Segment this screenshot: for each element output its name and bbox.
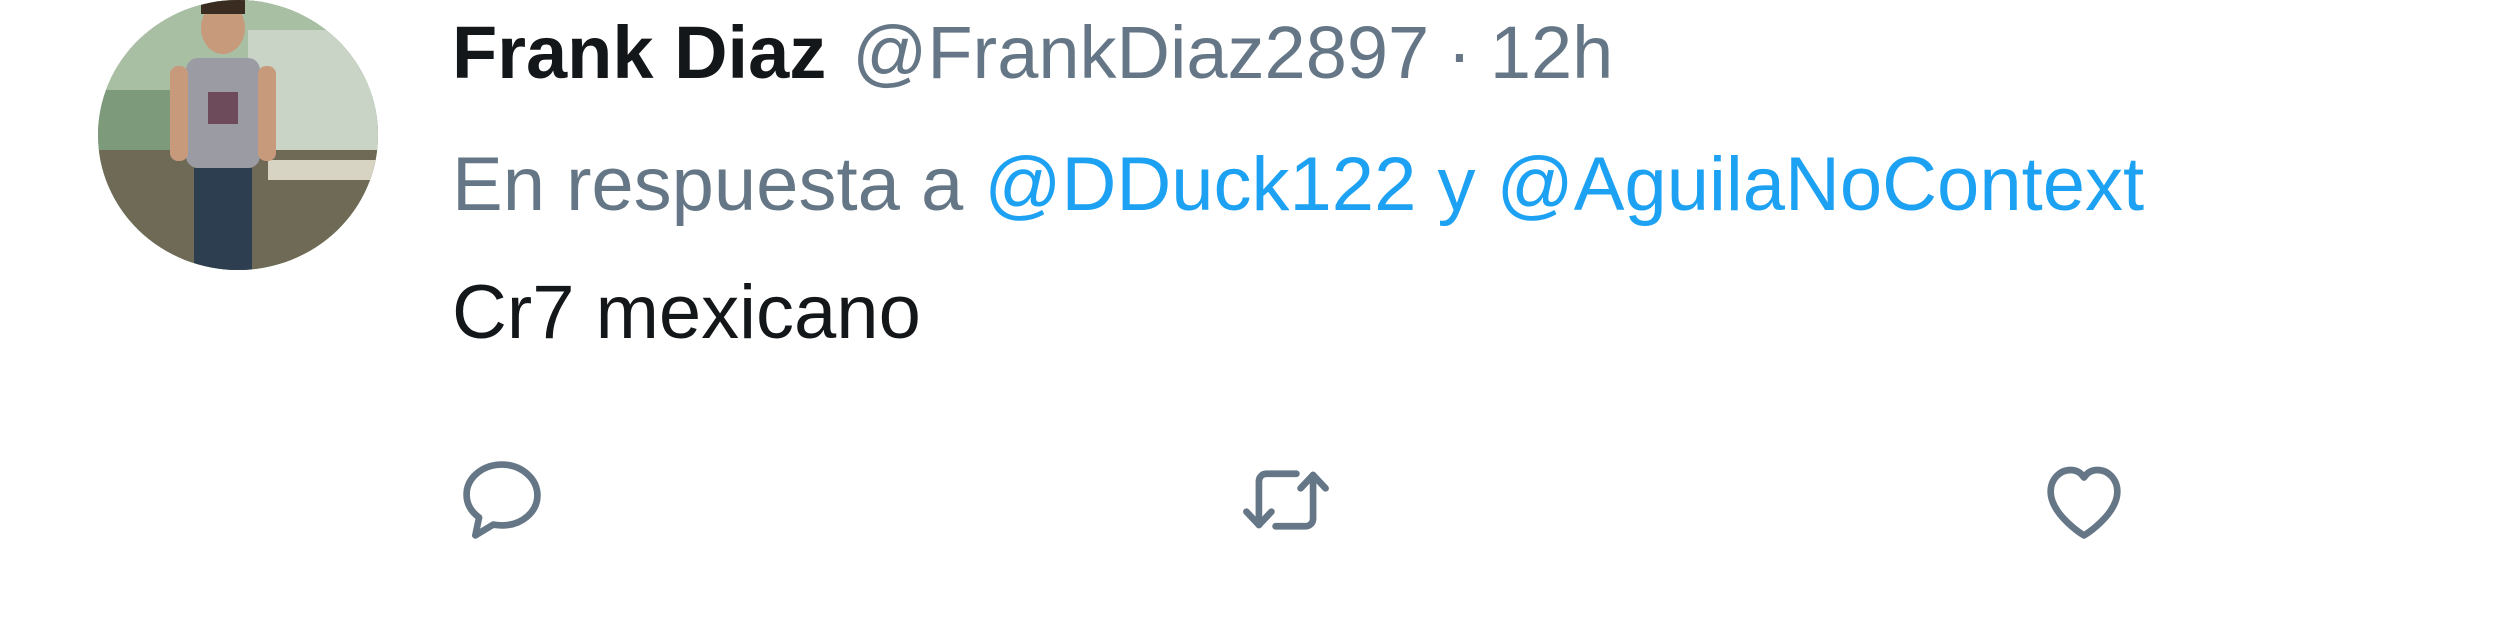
reply-conjunction: y [1437, 142, 1476, 227]
user-handle[interactable]: @FrankDiaz2897 [852, 8, 1429, 98]
avatar-photo [98, 0, 378, 270]
heart-icon [2047, 466, 2121, 539]
reply-icon [463, 461, 541, 539]
tweet[interactable]: Frank Diaz @FrankDiaz2897 · 12h En respu… [0, 0, 2493, 620]
display-name[interactable]: Frank Diaz [452, 8, 826, 98]
mention-link-2[interactable]: @AguilaNoContext [1497, 142, 2144, 227]
retweet-icon [1243, 470, 1329, 530]
reply-context: En respuesta a @DDuck122 y @AguilaNoCont… [452, 140, 2144, 230]
avatar[interactable] [98, 0, 378, 270]
mention-link-1[interactable]: @DDuck122 [984, 142, 1416, 227]
tweet-header: Frank Diaz @FrankDiaz2897 · 12h [452, 8, 1613, 98]
header-separator: · [1447, 11, 1472, 94]
reply-prefix: En respuesta a [452, 142, 964, 227]
reply-button[interactable] [452, 450, 552, 550]
tweet-timestamp[interactable]: 12h [1490, 8, 1613, 98]
like-button[interactable] [2034, 450, 2134, 550]
tweet-text: Cr7 mexicano [452, 270, 921, 355]
retweet-button[interactable] [1236, 450, 1336, 550]
